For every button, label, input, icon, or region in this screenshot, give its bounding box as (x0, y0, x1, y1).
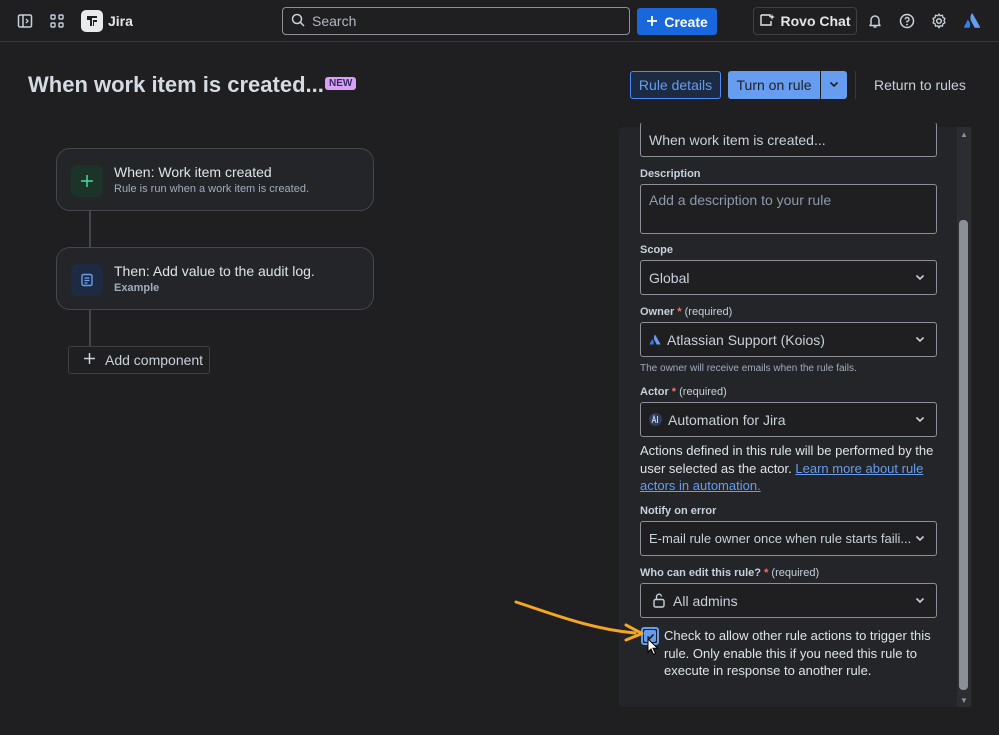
plus-icon (83, 352, 96, 368)
settings-icon[interactable] (929, 11, 949, 31)
atlassian-logo-icon (649, 334, 661, 346)
actor-value: Automation for Jira (668, 412, 786, 428)
owner-select[interactable]: Atlassian Support (Koios) (640, 322, 937, 357)
flow-connector (89, 211, 91, 247)
return-to-rules-button[interactable]: Return to rules (874, 77, 966, 93)
create-label: Create (664, 14, 708, 30)
sidebar-toggle-icon[interactable] (15, 11, 35, 31)
allow-trigger-label: Check to allow other rule actions to tri… (664, 627, 944, 680)
rovo-chat-icon (760, 13, 775, 30)
scope-label: Scope (640, 244, 673, 256)
chevron-down-icon (914, 412, 926, 428)
owner-helper-text: The owner will receive emails when the r… (640, 363, 857, 374)
required-text: (required) (771, 567, 819, 579)
chevron-down-icon (914, 332, 926, 348)
scrollbar-thumb[interactable] (959, 220, 968, 690)
flow-connector (89, 310, 91, 346)
who-can-edit-value: All admins (673, 593, 738, 609)
notify-select[interactable]: E-mail rule owner once when rule starts … (640, 521, 937, 556)
chevron-down-icon (914, 270, 926, 286)
page-title: When work item is created... (28, 72, 324, 98)
rule-details-button[interactable]: Rule details (630, 71, 721, 99)
trigger-title: When: Work item created (114, 164, 272, 180)
plus-icon (646, 14, 658, 30)
owner-label-text: Owner (640, 306, 674, 318)
automation-avatar-icon (649, 413, 662, 426)
trigger-subtitle: Rule is run when a work item is created. (114, 183, 309, 195)
owner-label: Owner * (required) (640, 306, 732, 318)
chevron-down-icon (914, 531, 926, 547)
actor-label: Actor * (required) (640, 386, 727, 398)
turn-on-rule-dropdown[interactable] (821, 71, 847, 99)
trigger-node[interactable]: When: Work item created Rule is run when… (56, 148, 374, 211)
help-icon[interactable] (897, 11, 917, 31)
scroll-up-icon[interactable]: ▲ (957, 127, 971, 141)
required-mark: * (672, 386, 676, 398)
rule-name-value: When work item is created... (649, 132, 826, 148)
app-switcher-icon[interactable] (47, 11, 67, 31)
owner-value: Atlassian Support (Koios) (667, 332, 825, 348)
who-can-edit-label-text: Who can edit this rule? (640, 567, 761, 579)
app-name[interactable]: Jira (108, 13, 133, 29)
notifications-icon[interactable] (865, 11, 885, 31)
actor-select[interactable]: Automation for Jira (640, 402, 937, 437)
required-text: (required) (679, 386, 727, 398)
trigger-plus-icon (71, 165, 103, 197)
rule-name-input[interactable]: When work item is created... (640, 122, 937, 157)
who-can-edit-select[interactable]: All admins (640, 583, 937, 618)
new-badge: NEW (325, 77, 356, 90)
notify-label: Notify on error (640, 505, 716, 517)
action-title: Then: Add value to the audit log. (114, 263, 315, 279)
top-navigation-bar: Jira Search Create Rovo Chat (0, 0, 999, 42)
atlassian-logo-icon[interactable] (962, 11, 982, 31)
chevron-down-icon (914, 593, 926, 609)
required-text: (required) (685, 306, 733, 318)
add-component-label: Add component (105, 352, 203, 368)
add-component-button[interactable]: Add component (68, 346, 210, 374)
who-can-edit-label: Who can edit this rule? * (required) (640, 567, 819, 579)
search-placeholder: Search (312, 13, 356, 29)
scroll-down-icon[interactable]: ▼ (957, 693, 971, 707)
description-placeholder: Add a description to your rule (649, 192, 831, 208)
actor-label-text: Actor (640, 386, 669, 398)
search-input[interactable]: Search (282, 7, 630, 35)
action-node[interactable]: Then: Add value to the audit log. Exampl… (56, 247, 374, 310)
rovo-chat-button[interactable]: Rovo Chat (753, 7, 857, 35)
create-button[interactable]: Create (637, 8, 717, 35)
rovo-chat-label: Rovo Chat (781, 13, 851, 29)
description-textarea[interactable]: Add a description to your rule (640, 184, 937, 234)
required-mark: * (764, 567, 768, 579)
chevron-down-icon (828, 77, 840, 93)
audit-log-icon (71, 264, 103, 296)
annotation-arrow-icon (510, 595, 660, 645)
actor-help-paragraph: Actions defined in this rule will be per… (640, 442, 936, 495)
scope-value: Global (649, 270, 689, 286)
notify-value: E-mail rule owner once when rule starts … (649, 531, 911, 546)
header-divider (855, 71, 856, 99)
turn-on-rule-button[interactable]: Turn on rule (728, 71, 820, 99)
jira-logo-icon[interactable] (81, 10, 103, 32)
scope-select[interactable]: Global (640, 260, 937, 295)
action-subtitle: Example (114, 282, 159, 294)
description-label: Description (640, 168, 701, 180)
required-mark: * (677, 306, 681, 318)
search-icon (291, 13, 305, 30)
